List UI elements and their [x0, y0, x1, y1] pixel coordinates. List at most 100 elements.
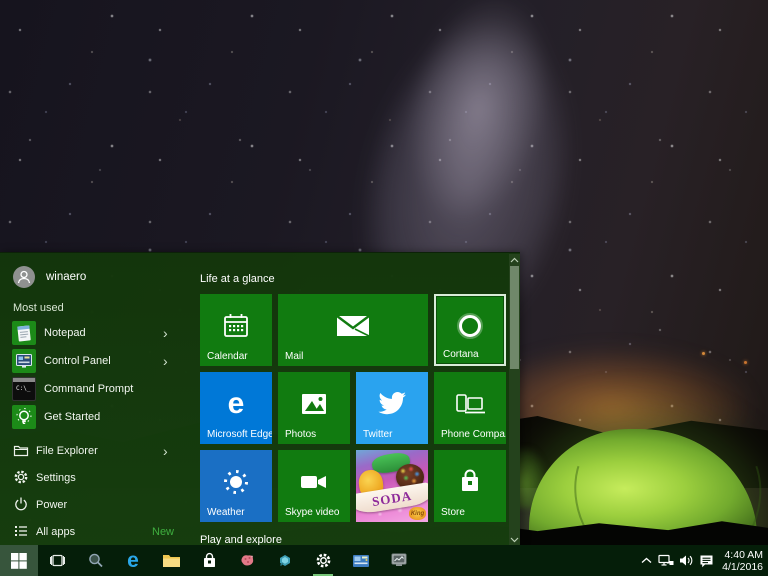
tile-label: Twitter — [363, 429, 392, 440]
control-panel-icon — [12, 349, 36, 373]
tile-phone-companion[interactable]: Phone Compa... — [434, 372, 506, 444]
folder-icon — [162, 553, 181, 568]
user-avatar-icon — [13, 266, 35, 288]
pink-app-icon — [239, 553, 256, 568]
calendar-icon — [221, 311, 251, 341]
start-button[interactable] — [0, 545, 38, 576]
menu-item-file-explorer[interactable]: File Explorer › — [0, 437, 198, 464]
king-logo: King — [409, 507, 426, 520]
tile-group-title[interactable]: Life at a glance — [200, 273, 275, 285]
network-tray-button[interactable] — [656, 545, 676, 576]
user-account-button[interactable]: winaero — [13, 265, 86, 289]
file-explorer-icon — [13, 442, 29, 458]
gear-icon — [13, 469, 29, 485]
system-monitor-button[interactable] — [380, 545, 418, 576]
menu-item-label: Settings — [36, 472, 76, 484]
menu-item-label: All apps — [36, 526, 75, 538]
app-icon-teal-button[interactable] — [266, 545, 304, 576]
phone-companion-icon — [453, 391, 487, 417]
most-used-header: Most used — [13, 302, 64, 314]
tile-weather[interactable]: Weather — [200, 450, 272, 522]
menu-item-label: Power — [36, 499, 67, 511]
video-camera-icon — [298, 471, 330, 493]
tile-label: Skype video — [285, 507, 339, 518]
start-menu-scrollbar[interactable] — [509, 254, 520, 545]
task-view-button[interactable] — [38, 545, 76, 576]
photos-icon — [299, 389, 329, 419]
tile-cortana[interactable]: Cortana — [434, 294, 506, 366]
action-center-icon — [699, 554, 714, 568]
soda-ribbon-text: SODA — [371, 487, 413, 509]
tile-microsoft-edge[interactable]: e Microsoft Edge — [200, 372, 272, 444]
tile-twitter[interactable]: Twitter — [356, 372, 428, 444]
sun-icon — [220, 466, 252, 498]
tile-label: Cortana — [443, 349, 479, 360]
action-center-button[interactable] — [696, 545, 716, 576]
volume-tray-button[interactable] — [676, 545, 696, 576]
candy-crush-soda-tile-art: SODA King — [356, 450, 428, 522]
taskbar-clock[interactable]: 4:40 AM 4/1/2016 — [716, 549, 768, 573]
file-explorer-taskbar-button[interactable] — [152, 545, 190, 576]
tile-calendar[interactable]: Calendar — [200, 294, 272, 366]
tile-label: Calendar — [207, 351, 248, 362]
menu-item-label: Notepad — [44, 327, 86, 339]
task-view-icon — [49, 553, 66, 568]
tile-label: Phone Compa... — [441, 429, 506, 440]
tile-label: Microsoft Edge — [207, 429, 272, 440]
chevron-right-icon[interactable]: › — [163, 354, 168, 368]
tile-skype-video[interactable]: Skype video — [278, 450, 350, 522]
tile-photos[interactable]: Photos — [278, 372, 350, 444]
get-started-icon — [12, 405, 36, 429]
svg-text:C:\_: C:\_ — [16, 385, 31, 392]
search-icon — [87, 552, 104, 569]
tile-label: Photos — [285, 429, 316, 440]
chevron-right-icon[interactable]: › — [163, 444, 168, 458]
menu-item-control-panel[interactable]: Control Panel › — [0, 347, 198, 375]
store-bag-icon — [201, 552, 218, 569]
scroll-down-arrow[interactable] — [509, 534, 520, 545]
twitter-bird-icon — [376, 390, 408, 418]
menu-item-command-prompt[interactable]: C:\_ Command Prompt — [0, 375, 198, 403]
menu-item-get-started[interactable]: Get Started — [0, 403, 198, 431]
tile-label: Mail — [285, 351, 303, 362]
system-tray: 4:40 AM 4/1/2016 — [636, 545, 768, 576]
store-taskbar-button[interactable] — [190, 545, 228, 576]
app-icon-pink-button[interactable] — [228, 545, 266, 576]
menu-item-label: Control Panel — [44, 355, 111, 367]
edge-icon: e — [127, 550, 139, 571]
tile-store[interactable]: Store — [434, 450, 506, 522]
edge-taskbar-button[interactable]: e — [114, 545, 152, 576]
menu-item-settings[interactable]: Settings — [0, 464, 198, 491]
clock-time: 4:40 AM — [716, 549, 763, 561]
power-icon — [13, 496, 29, 512]
menu-item-power[interactable]: Power — [0, 491, 198, 518]
clock-date: 4/1/2016 — [716, 561, 763, 573]
search-button[interactable] — [76, 545, 114, 576]
gear-icon — [315, 552, 332, 569]
start-menu-tiles-panel: Life at a glance Calendar Mail Cortana — [198, 253, 508, 545]
display-settings-button[interactable] — [342, 545, 380, 576]
shopping-bag-icon — [455, 467, 485, 497]
system-monitor-icon — [390, 553, 408, 568]
taskbar: e — [0, 545, 768, 576]
display-settings-icon — [352, 554, 370, 568]
edge-icon: e — [228, 389, 245, 419]
chevron-right-icon[interactable]: › — [163, 326, 168, 340]
settings-taskbar-button[interactable] — [304, 545, 342, 576]
user-name: winaero — [46, 271, 86, 283]
start-menu: winaero Most used Notepad › Control Pane… — [0, 252, 520, 545]
tile-mail[interactable]: Mail — [278, 294, 428, 366]
scroll-up-arrow[interactable] — [509, 254, 520, 265]
tile-label: Store — [441, 507, 465, 518]
tray-overflow-button[interactable] — [636, 545, 656, 576]
scrollbar-thumb[interactable] — [510, 266, 519, 369]
menu-item-notepad[interactable]: Notepad › — [0, 319, 198, 347]
chevron-up-icon — [641, 557, 652, 564]
menu-item-all-apps[interactable]: All apps New — [0, 518, 198, 545]
orange-star — [702, 352, 705, 355]
command-prompt-icon: C:\_ — [12, 377, 36, 401]
tile-candy-crush-soda[interactable]: SODA King — [356, 450, 428, 522]
teal-app-icon — [277, 553, 293, 569]
windows-logo-icon — [11, 553, 27, 569]
tile-label: Weather — [207, 507, 245, 518]
